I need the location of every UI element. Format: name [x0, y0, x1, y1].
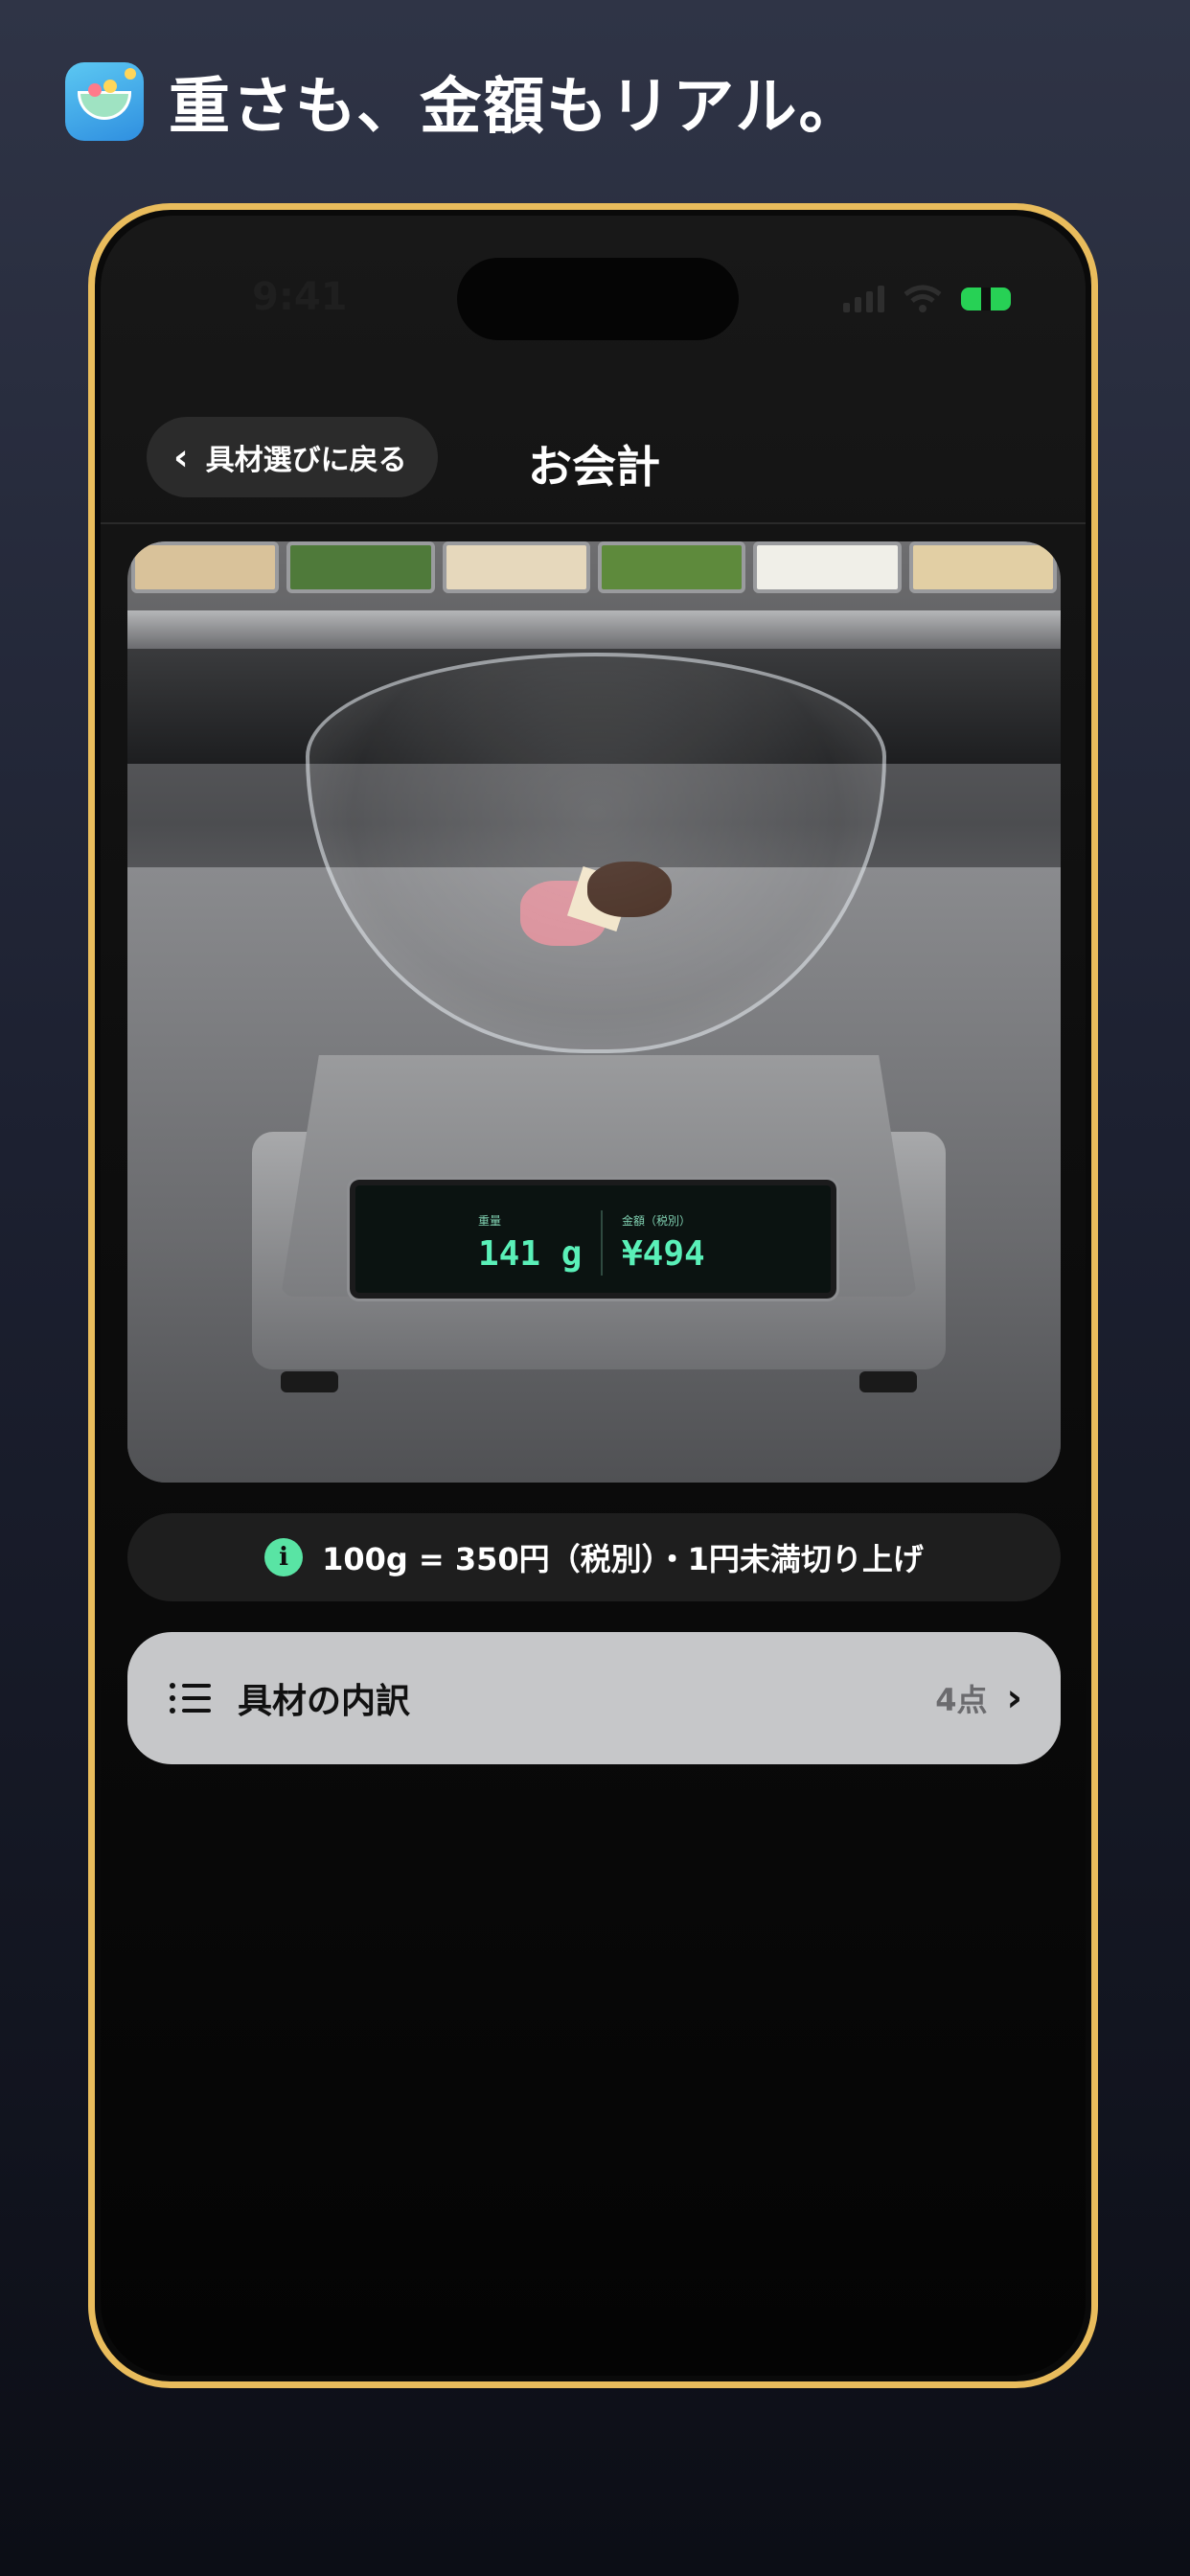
ingredient-breakdown-row[interactable]: 具材の内訳 4点 › [127, 1632, 1061, 1764]
phone-frame: 9:41 ‹ 具材選びに戻る お会計 重量 141 g 金額（税別） ¥494 … [88, 203, 1098, 2388]
scale-display: 重量 141 g 金額（税別） ¥494 [347, 1177, 839, 1301]
breakdown-label: 具材の内訳 [238, 1682, 411, 1721]
scale-photo: 重量 141 g 金額（税別） ¥494 [127, 541, 1061, 1483]
chevron-left-icon: ‹ [173, 436, 189, 478]
price-value: ¥494 [622, 1234, 705, 1274]
weight-label: 重量 [478, 1214, 502, 1228]
signal-icon [843, 286, 884, 312]
app-icon [65, 62, 144, 141]
headline: 重さも、金額もリアル。 [65, 58, 861, 146]
back-button-label: 具材選びに戻る [205, 444, 407, 477]
pricing-info-text: 100g = 350円（税別）・1円未満切り上げ [322, 1541, 924, 1577]
weight-value: 141 g [478, 1234, 583, 1274]
info-icon: i [264, 1538, 304, 1576]
phone-screen: 9:41 ‹ 具材選びに戻る お会計 重量 141 g 金額（税別） ¥494 … [101, 216, 1086, 2376]
pricing-info: i 100g = 350円（税別）・1円未満切り上げ [127, 1513, 1061, 1601]
status-time: 9:41 [252, 275, 348, 319]
breakdown-count: 4点 [935, 1682, 988, 1718]
page-title: お会計 [528, 441, 660, 493]
price-label: 金額（税別） [622, 1214, 692, 1228]
dynamic-island [457, 258, 739, 340]
chevron-right-icon: › [1006, 1676, 1022, 1720]
back-button[interactable]: ‹ 具材選びに戻る [147, 417, 438, 497]
ingredient-trays [127, 541, 1061, 610]
wifi-icon [904, 285, 942, 312]
list-icon [170, 1683, 211, 1714]
headline-text: 重さも、金額もリアル。 [169, 72, 862, 143]
battery-icon [961, 288, 1011, 310]
status-icons [843, 285, 1011, 313]
food-dot-icon [103, 80, 117, 93]
nav-bar: ‹ 具材選びに戻る お会計 [101, 398, 1086, 524]
bowl-icon [78, 91, 131, 120]
sun-icon [125, 68, 136, 80]
food-dot-icon [88, 83, 102, 97]
